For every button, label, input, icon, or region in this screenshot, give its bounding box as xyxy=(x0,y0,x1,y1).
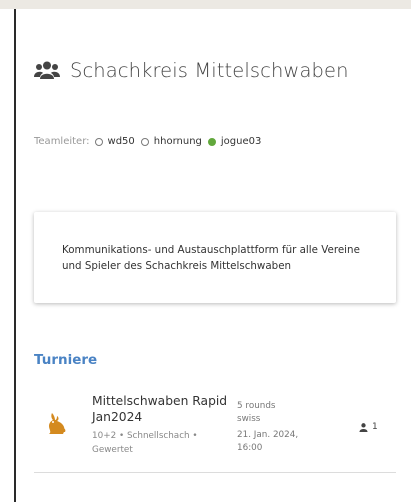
team-description: Kommunikations- und Austauschplattform f… xyxy=(62,244,360,272)
tournament-details: 10+2 • Schnellschach • Gewertet xyxy=(92,431,198,455)
tournament-row[interactable]: Mittelschwaben Rapid Jan2024 10+2 • Schn… xyxy=(34,387,396,473)
page-title: Schachkreis Mittelschwaben xyxy=(70,59,349,82)
tournament-system: swiss xyxy=(237,414,261,424)
player-count: 1 xyxy=(372,422,378,432)
rabbit-icon xyxy=(49,413,66,434)
leader-link-wd50[interactable]: wd50 xyxy=(94,136,135,147)
group-icon xyxy=(34,61,60,79)
online-status-icon xyxy=(207,137,216,146)
tournament-players: 1 xyxy=(359,422,378,432)
tournament-date: 21. Jan. 2024, 16:00 xyxy=(237,430,299,453)
tournament-rounds: 5 rounds xyxy=(237,401,276,411)
leader-name: hhornung xyxy=(153,136,202,147)
tournament-name[interactable]: Mittelschwaben Rapid Jan2024 xyxy=(92,393,232,425)
leader-link-jogue03[interactable]: jogue03 xyxy=(207,136,262,147)
team-page: Schachkreis Mittelschwaben Teamleiter: w… xyxy=(16,9,411,502)
offline-status-icon xyxy=(94,137,103,146)
leader-name: wd50 xyxy=(107,136,135,147)
offline-status-icon xyxy=(140,137,149,146)
user-icon xyxy=(359,422,368,432)
team-description-card: Kommunikations- und Austauschplattform f… xyxy=(34,212,396,303)
tournaments-heading: Turniere xyxy=(34,352,98,368)
leader-name: jogue03 xyxy=(220,136,262,147)
leader-link-hhornung[interactable]: hhornung xyxy=(140,136,202,147)
tournament-info: 5 rounds swiss 21. Jan. 2024, 16:00 xyxy=(237,400,317,455)
top-bar xyxy=(0,0,411,9)
team-header: Schachkreis Mittelschwaben xyxy=(34,59,349,82)
leaders-label: Teamleiter: xyxy=(34,136,90,147)
team-leaders: Teamleiter: wd50 hhornung jogue03 xyxy=(34,136,267,147)
